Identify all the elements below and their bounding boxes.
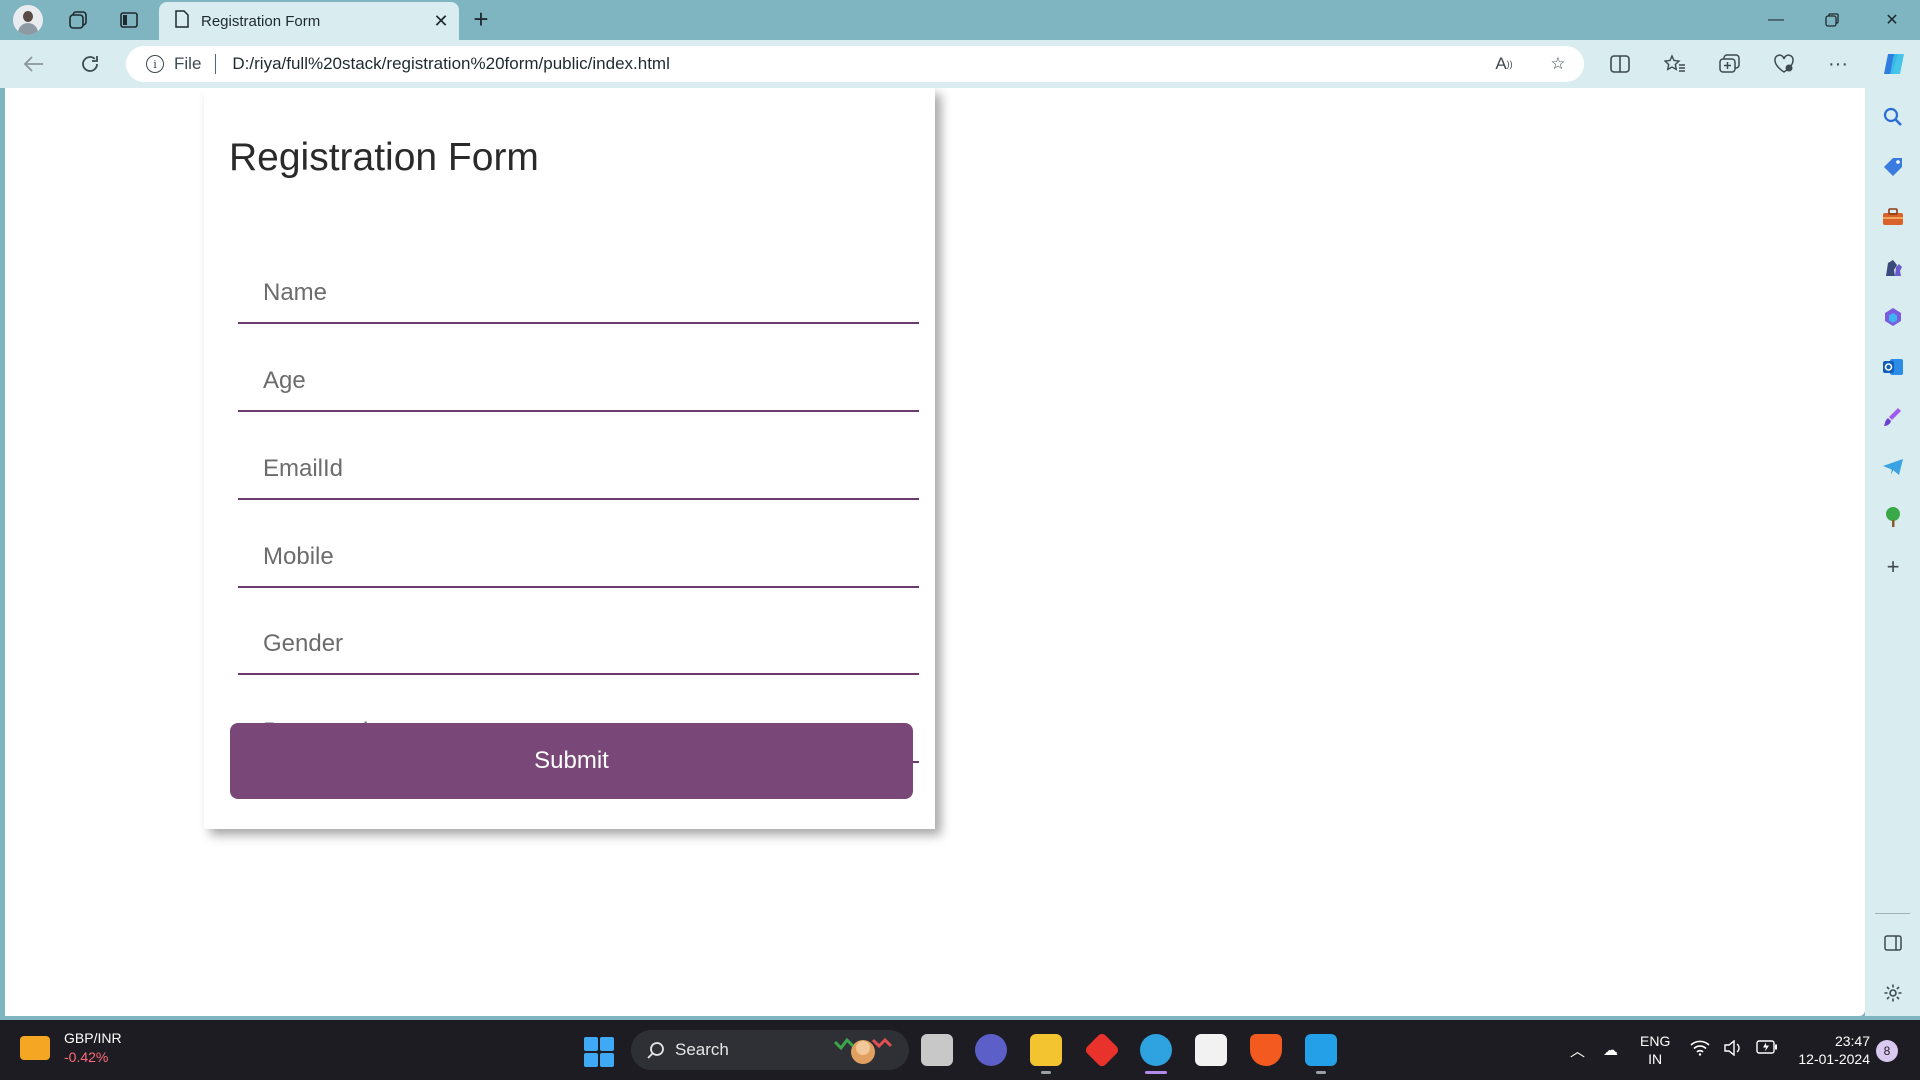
sidebar-divider — [1875, 913, 1910, 914]
name-field[interactable] — [238, 264, 919, 324]
designer-brush-icon[interactable] — [1878, 402, 1908, 432]
clock-date: 12-01-2024 — [1798, 1051, 1870, 1067]
language-code: ENG — [1640, 1033, 1671, 1049]
submit-button[interactable]: Submit — [230, 723, 913, 799]
tab-registration-form[interactable]: Registration Form ✕ — [159, 2, 459, 40]
onedrive-offline-icon[interactable]: ☁ — [1603, 1041, 1618, 1059]
microsoft-store-icon[interactable] — [1195, 1034, 1227, 1066]
page-icon — [175, 9, 189, 33]
profile-avatar[interactable] — [13, 5, 43, 35]
notification-badge[interactable]: 8 — [1876, 1040, 1898, 1062]
tools-briefcase-icon[interactable] — [1878, 202, 1908, 232]
mobile-field[interactable] — [238, 528, 919, 588]
edge-active-indicator — [1145, 1071, 1167, 1074]
search-highlight-image — [833, 1037, 893, 1064]
read-aloud-icon[interactable]: A)) — [1490, 52, 1518, 76]
search-label: Search — [675, 1040, 729, 1059]
quick-settings[interactable] — [1690, 1039, 1778, 1061]
close-tab-icon[interactable]: ✕ — [427, 11, 455, 32]
task-view-icon[interactable] — [921, 1034, 953, 1066]
currency-widget[interactable]: GBP/INR -0.42% — [20, 1030, 122, 1065]
currency-coins-icon — [20, 1035, 50, 1060]
outlook-icon[interactable] — [1878, 352, 1908, 382]
favorite-star-icon[interactable]: ☆ — [1544, 52, 1572, 76]
back-button[interactable] — [16, 48, 52, 80]
address-bar[interactable]: i File D:/riya/full%20stack/registration… — [126, 46, 1584, 82]
system-tray: ︿ ☁ — [1570, 1030, 1618, 1070]
tab-actions-icon[interactable] — [115, 6, 143, 34]
vscode-running-indicator — [1316, 1071, 1326, 1074]
refresh-button[interactable] — [72, 48, 108, 80]
edge-sidebar: + — [1865, 88, 1920, 1016]
copilot-icon[interactable] — [1876, 48, 1912, 80]
currency-change: -0.42% — [64, 1049, 109, 1065]
send-telegram-icon[interactable] — [1878, 452, 1908, 482]
clock-time: 23:47 — [1834, 1033, 1870, 1049]
start-button[interactable] — [584, 1037, 614, 1067]
favorites-icon[interactable] — [1657, 48, 1693, 80]
search-icon[interactable] — [1878, 102, 1908, 132]
teams-chat-icon[interactable] — [975, 1034, 1007, 1066]
minimize-button[interactable]: — — [1748, 0, 1804, 40]
workspaces-icon[interactable] — [64, 6, 92, 34]
collections-icon[interactable] — [1712, 48, 1748, 80]
settings-gear-icon[interactable] — [1878, 978, 1908, 1008]
games-icon[interactable] — [1878, 252, 1908, 282]
browser-essentials-icon[interactable] — [1766, 48, 1802, 80]
shopping-tag-icon[interactable] — [1878, 152, 1908, 182]
age-field[interactable] — [238, 352, 919, 412]
region-code: IN — [1648, 1051, 1663, 1067]
browser-titlebar: Registration Form ✕ + — ✕ — [0, 0, 1920, 40]
volume-icon — [1724, 1039, 1742, 1061]
form-title: Registration Form — [229, 136, 539, 179]
more-options-icon[interactable]: ··· — [1820, 48, 1856, 80]
url-scheme-label: File — [174, 54, 202, 73]
address-separator — [215, 54, 217, 74]
registration-form-card: Registration Form Submit — [204, 88, 935, 829]
show-hidden-icons-chevron-icon[interactable]: ︿ — [1570, 1040, 1585, 1061]
currency-pair: GBP/INR — [64, 1030, 122, 1046]
anydesk-icon[interactable] — [1083, 1031, 1121, 1069]
wifi-icon — [1690, 1040, 1710, 1061]
edge-browser-icon[interactable] — [1140, 1034, 1172, 1066]
taskbar-clock[interactable]: 23:47 12-01-2024 — [1790, 1032, 1870, 1068]
site-info-icon[interactable]: i — [146, 55, 164, 73]
input-language-indicator[interactable]: ENG IN — [1640, 1032, 1670, 1068]
microsoft-365-icon[interactable] — [1878, 302, 1908, 332]
search-icon — [647, 1042, 664, 1059]
vscode-icon[interactable] — [1305, 1034, 1337, 1066]
tab-title: Registration Form — [201, 12, 321, 30]
gender-field[interactable] — [238, 615, 919, 675]
taskbar-search[interactable]: Search — [631, 1030, 909, 1070]
brave-browser-icon[interactable] — [1250, 1034, 1282, 1066]
email-field[interactable] — [238, 440, 919, 500]
close-window-button[interactable]: ✕ — [1864, 0, 1920, 40]
hide-sidebar-icon[interactable] — [1878, 928, 1908, 958]
add-sidebar-app-icon[interactable]: + — [1878, 552, 1908, 582]
page-viewport: Registration Form Submit — [5, 88, 1865, 1016]
tree-icon[interactable] — [1878, 502, 1908, 532]
file-explorer-icon[interactable] — [1030, 1034, 1062, 1066]
explorer-running-indicator — [1041, 1071, 1051, 1074]
windows-taskbar: GBP/INR -0.42% Search ︿ ☁ ENG IN 23:47 1… — [0, 1020, 1920, 1080]
restore-button[interactable] — [1804, 0, 1860, 40]
url-text[interactable]: D:/riya/full%20stack/registration%20form… — [232, 54, 669, 74]
new-tab-button[interactable]: + — [466, 4, 496, 36]
split-screen-icon[interactable] — [1602, 48, 1638, 80]
battery-charging-icon — [1756, 1040, 1778, 1061]
